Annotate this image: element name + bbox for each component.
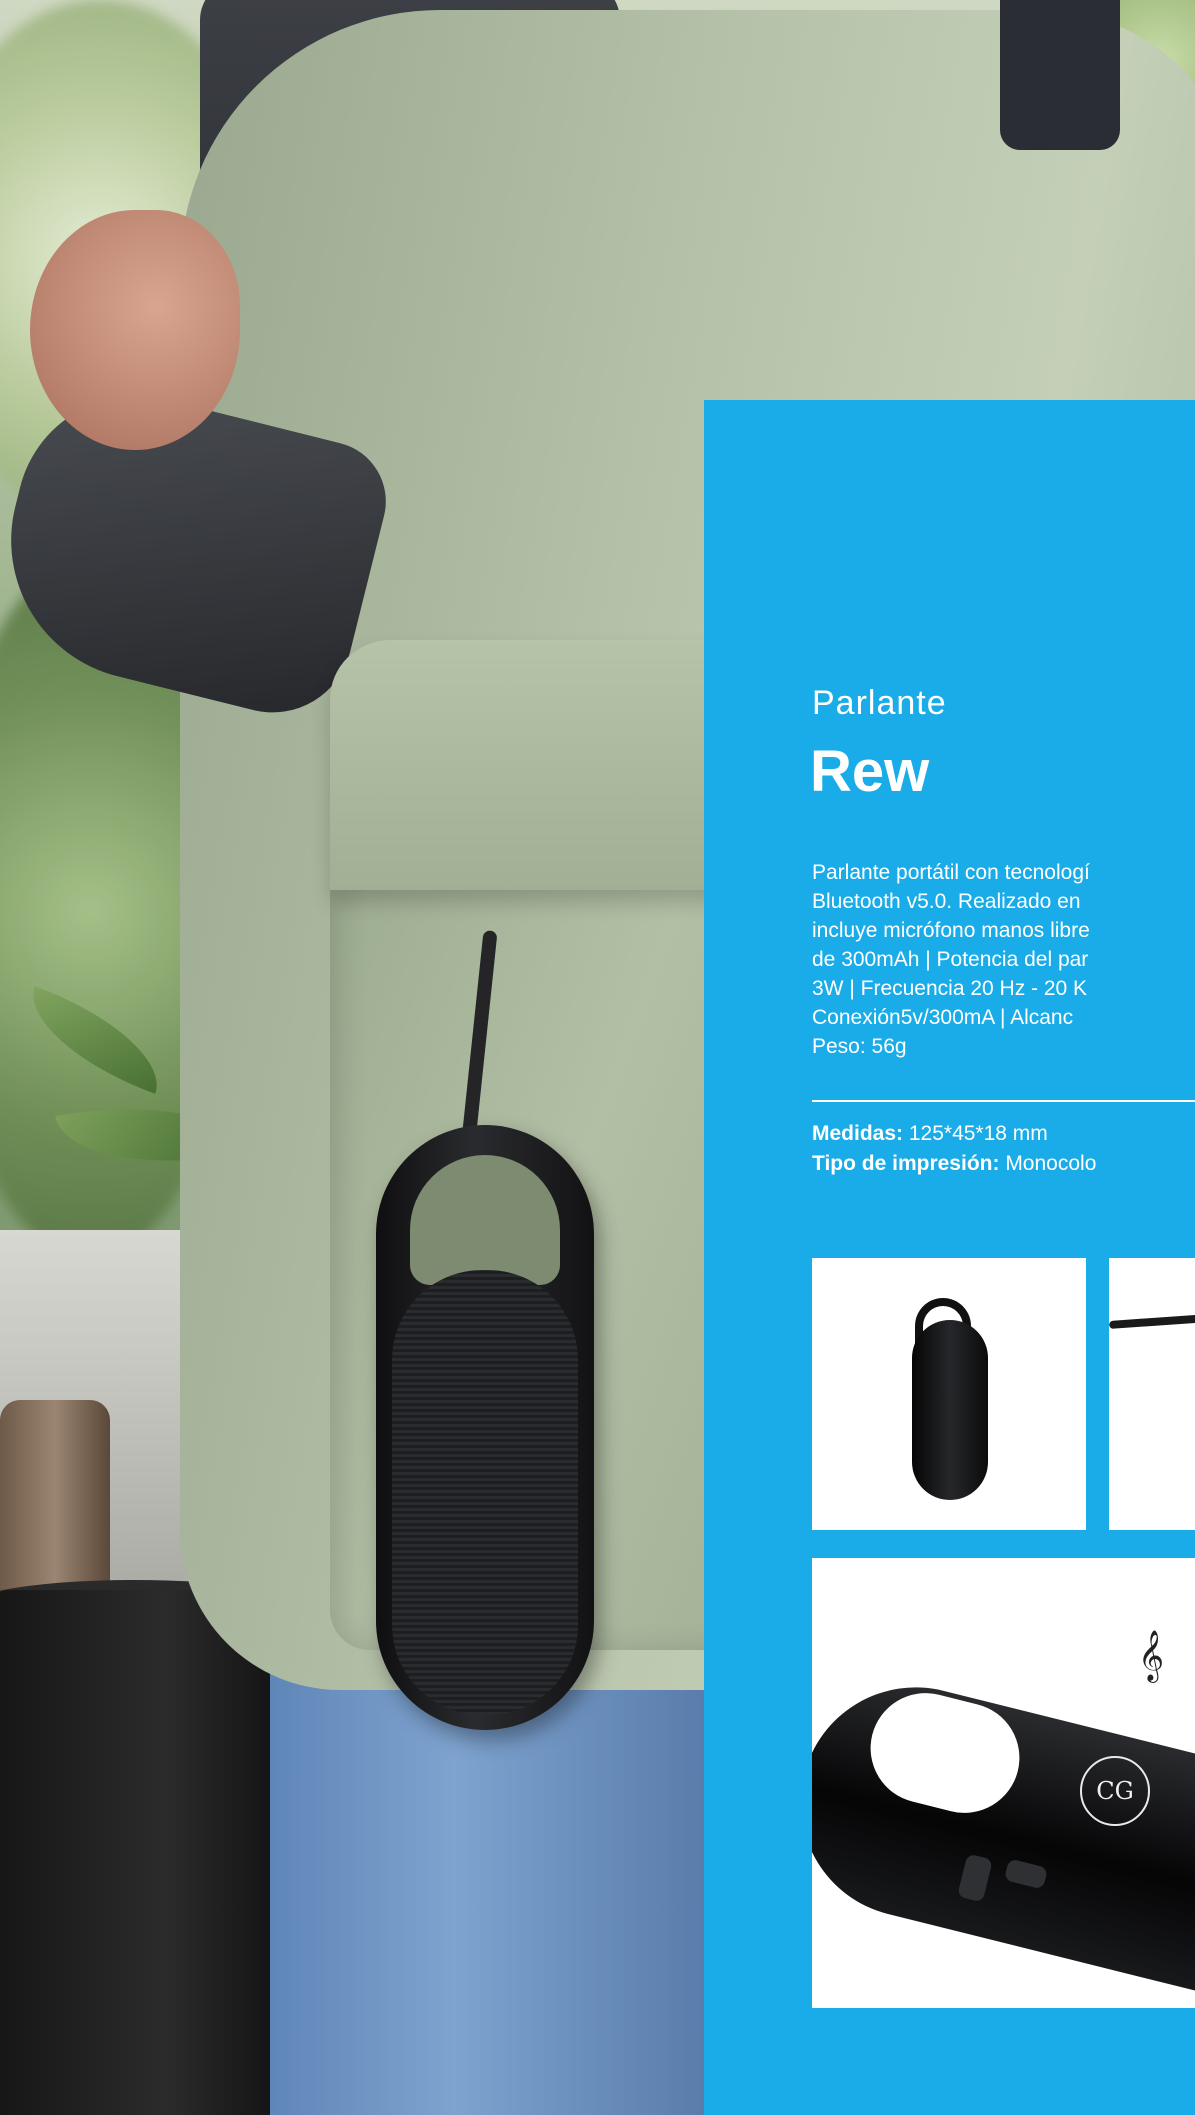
spec-value: Monocolo [1005, 1152, 1097, 1175]
speaker-cable [1109, 1307, 1195, 1329]
divider [812, 1100, 1195, 1102]
speaker-image [912, 1320, 988, 1500]
speaker-image [812, 1663, 1195, 2008]
spec-label: Tipo de impresión: [812, 1152, 1000, 1175]
description-line: de 300mAh | Potencia del par [812, 948, 1089, 971]
hand [30, 210, 240, 450]
product-category: Parlante [812, 684, 947, 722]
spec-label: Medidas: [812, 1122, 904, 1145]
description-line: Parlante portátil con tecnologí [812, 861, 1090, 884]
product-thumbnail [812, 1258, 1086, 1530]
info-panel: Parlante Rew Parlante portátil con tecno… [704, 400, 1195, 2115]
description-line: Conexión5v/300mA | Alcanc [812, 1006, 1074, 1029]
product-detail-image: CG 𝄞 [812, 1558, 1195, 2008]
planter [0, 1590, 290, 2115]
description-line: incluye micrófono manos libre [812, 919, 1090, 942]
speaker-grill [392, 1270, 578, 1715]
description-line: Peso: 56g [812, 1035, 907, 1058]
spec-dimensions: Medidas: 125*45*18 mm [812, 1122, 1048, 1146]
backpack-strap [1000, 0, 1120, 150]
spec-print-type: Tipo de impresión: Monocolo [812, 1152, 1096, 1176]
spec-value: 125*45*18 mm [908, 1122, 1048, 1145]
description-line: Bluetooth v5.0. Realizado en [812, 890, 1081, 913]
product-description: Parlante portátil con tecnologí Bluetoot… [812, 858, 1195, 1061]
product-thumbnail [1109, 1258, 1195, 1530]
product-name: Rew [810, 739, 930, 804]
description-line: 3W | Frecuencia 20 Hz - 20 K [812, 977, 1088, 1000]
music-note-icon: 𝄞 [1138, 1630, 1165, 1681]
brand-logo: CG [1080, 1756, 1150, 1826]
